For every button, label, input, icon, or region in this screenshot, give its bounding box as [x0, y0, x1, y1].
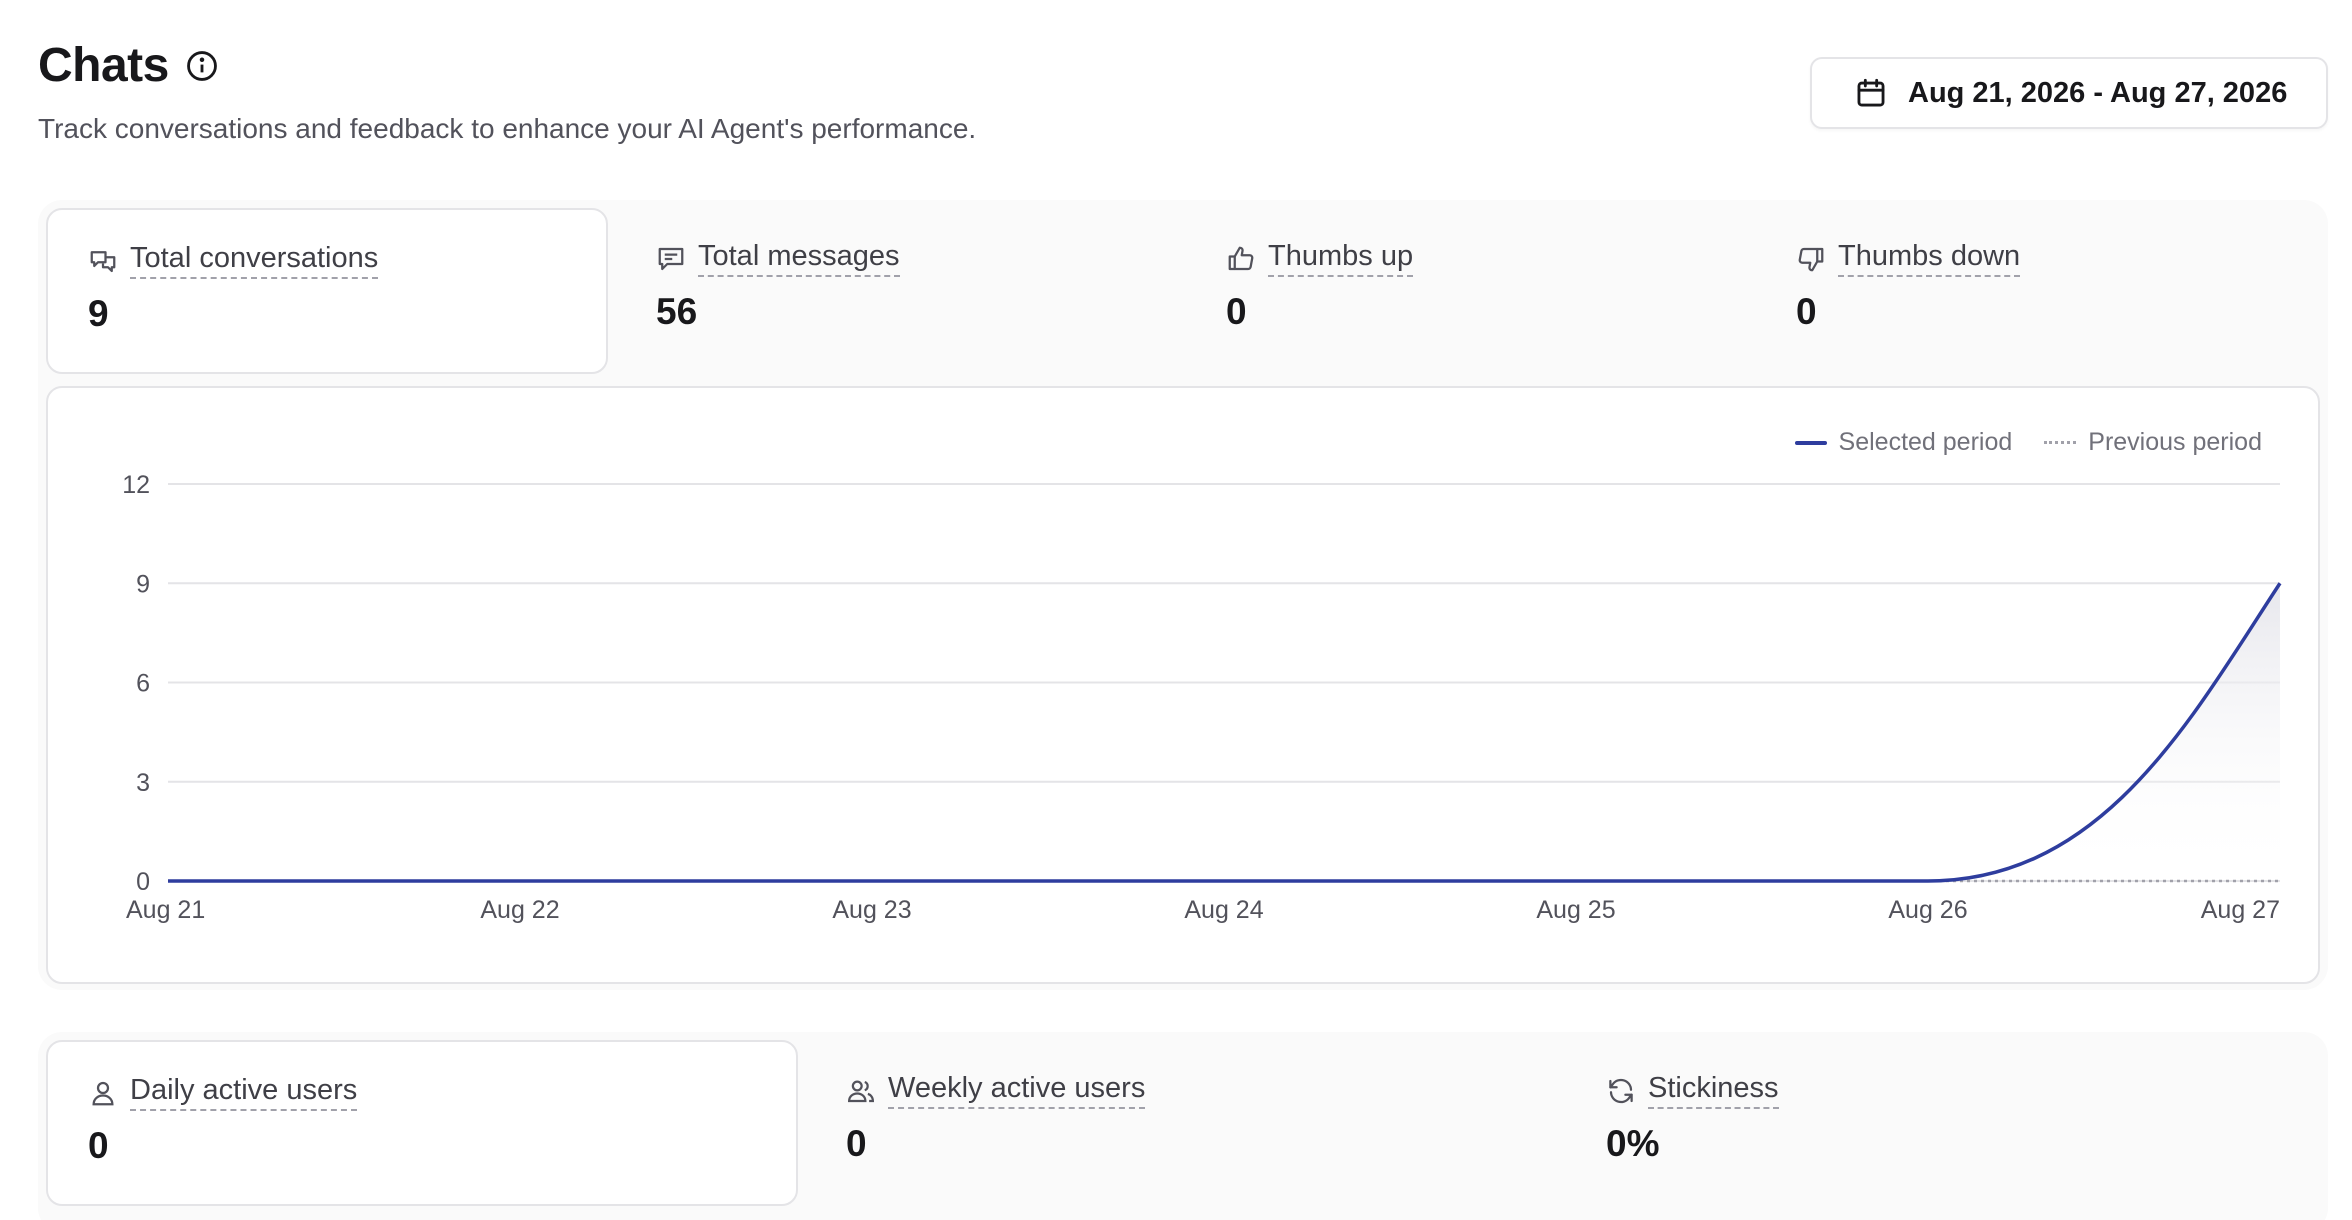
metric-value: 0	[1796, 291, 1817, 332]
conversation-metrics-panel: Total conversations 9 Total messages 56 …	[38, 200, 2328, 990]
metric-value: 0	[1226, 291, 1247, 332]
metric-daily-active-users[interactable]: Daily active users 0	[46, 1040, 798, 1206]
x-tick-label: Aug 24	[1184, 896, 1263, 924]
series-area-selected	[168, 583, 2280, 881]
metric-label: Stickiness	[1648, 1072, 1779, 1109]
metric-label: Total messages	[698, 240, 900, 277]
y-tick-label: 3	[136, 769, 150, 797]
metric-weekly-active-users[interactable]: Weekly active users 0	[806, 1040, 1558, 1206]
chat-bubbles-icon	[90, 250, 116, 272]
refresh-icon	[1609, 1078, 1633, 1103]
x-tick-label: Aug 22	[480, 896, 559, 924]
users-icon	[847, 1080, 875, 1102]
message-icon	[658, 247, 684, 270]
metric-value: 0	[846, 1123, 867, 1164]
conversations-chart: Selected period Previous period 0 3 6 9 12 Au…	[46, 386, 2320, 984]
metric-total-messages[interactable]: Total messages 56	[616, 208, 1178, 374]
metric-label: Weekly active users	[888, 1072, 1146, 1109]
calendar-icon	[1857, 78, 1885, 107]
metric-label: Daily active users	[130, 1074, 358, 1111]
user-icon	[92, 1081, 114, 1105]
thumbs-down-icon	[1798, 247, 1824, 271]
date-range-label: Aug 21, 2026 - Aug 27, 2026	[1908, 76, 2288, 109]
metric-value: 0	[88, 1125, 109, 1166]
metric-value: 0%	[1606, 1123, 1660, 1164]
y-tick-label: 0	[136, 868, 150, 896]
metric-thumbs-down[interactable]: Thumbs down 0	[1756, 208, 2318, 374]
y-tick-label: 12	[122, 471, 150, 499]
x-tick-label: Aug 21	[126, 896, 205, 924]
x-tick-label: Aug 25	[1536, 896, 1615, 924]
metric-value: 56	[656, 291, 698, 332]
metric-value: 9	[88, 293, 109, 334]
page-subtitle: Track conversations and feedback to enha…	[38, 113, 977, 144]
y-tick-label: 9	[136, 570, 150, 598]
thumbs-up-icon	[1228, 246, 1254, 270]
x-tick-label: Aug 26	[1888, 896, 1967, 924]
metric-thumbs-up[interactable]: Thumbs up 0	[1186, 208, 1748, 374]
date-range-button[interactable]: Aug 21, 2026 - Aug 27, 2026	[1810, 57, 2328, 129]
chart-plot: 0 3 6 9 12 Aug 21 Aug 22 Aug 23 Aug 24 Aug 25 Aug …	[122, 471, 2282, 924]
page-header: Chats Track conversations and feedback t…	[38, 38, 976, 145]
metric-stickiness[interactable]: Stickiness 0%	[1566, 1040, 2318, 1206]
metric-label: Thumbs up	[1268, 240, 1414, 277]
metric-label: Total conversations	[130, 242, 379, 279]
x-tick-label: Aug 27	[2201, 896, 2280, 924]
info-icon[interactable]	[185, 49, 219, 83]
page-title: Chats	[38, 39, 169, 92]
user-metrics-panel: Daily active users 0 Weekly active users…	[38, 1032, 2328, 1220]
metric-total-conversations[interactable]: Total conversations 9	[46, 208, 608, 374]
metric-label: Thumbs down	[1838, 240, 2021, 277]
x-tick-label: Aug 23	[832, 896, 911, 924]
y-tick-label: 6	[136, 670, 150, 698]
series-line-selected	[168, 582, 2282, 883]
